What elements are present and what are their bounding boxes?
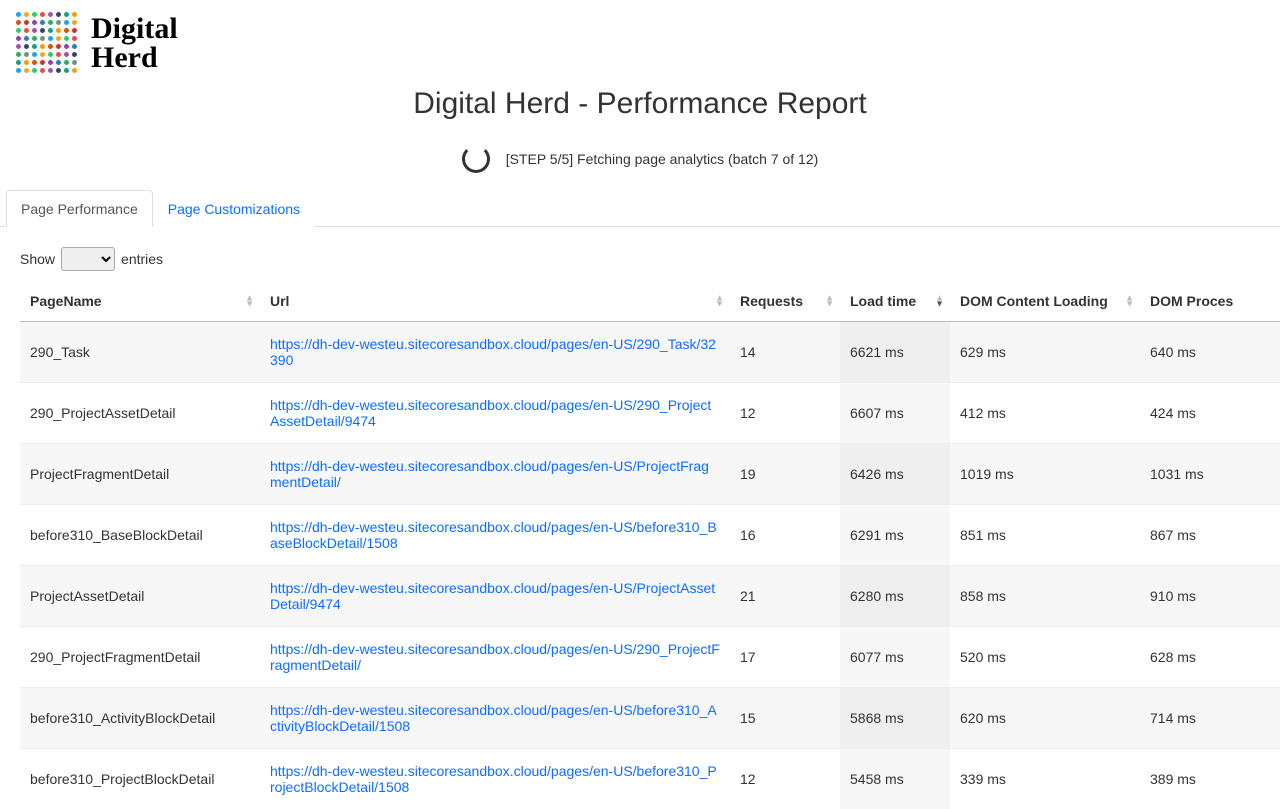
sort-icon: ▲▼ [715, 295, 724, 308]
cell-domcontent: 520 ms [950, 627, 1140, 688]
col-label: Load time [850, 293, 916, 309]
cell-url: https://dh-dev-westeu.sitecoresandbox.cl… [260, 383, 730, 444]
url-link[interactable]: https://dh-dev-westeu.sitecoresandbox.cl… [270, 519, 717, 551]
col-header-pagename[interactable]: PageName ▲▼ [20, 281, 260, 322]
tab-page-customizations[interactable]: Page Customizations [153, 190, 315, 227]
cell-domcontent: 629 ms [950, 322, 1140, 383]
tab-page-performance[interactable]: Page Performance [6, 190, 153, 227]
url-link[interactable]: https://dh-dev-westeu.sitecoresandbox.cl… [270, 580, 715, 612]
cell-domproc: 910 ms [1140, 566, 1280, 627]
sort-icon: ▲▼ [245, 295, 254, 308]
cell-domcontent: 1019 ms [950, 444, 1140, 505]
entries-label: entries [121, 251, 163, 267]
cell-loadtime: 5868 ms [840, 688, 950, 749]
table-row: ProjectFragmentDetail https://dh-dev-west… [20, 444, 1280, 505]
cell-domproc: 1031 ms [1140, 444, 1280, 505]
sort-icon: ▲▼ [825, 295, 834, 308]
cell-loadtime: 6621 ms [840, 322, 950, 383]
url-link[interactable]: https://dh-dev-westeu.sitecoresandbox.cl… [270, 458, 709, 490]
cell-domproc: 424 ms [1140, 383, 1280, 444]
cell-loadtime: 6280 ms [840, 566, 950, 627]
cell-domproc: 640 ms [1140, 322, 1280, 383]
status-row: [STEP 5/5] Fetching page analytics (batc… [0, 145, 1280, 173]
logo-text: Digital Herd [91, 15, 178, 72]
logo-line-2: Herd [91, 44, 178, 73]
cell-url: https://dh-dev-westeu.sitecoresandbox.cl… [260, 444, 730, 505]
cell-requests: 15 [730, 688, 840, 749]
cell-loadtime: 6077 ms [840, 627, 950, 688]
logo-line-1: Digital [91, 15, 178, 44]
table-row: 290_ProjectFragmentDetail https://dh-dev-… [20, 627, 1280, 688]
url-link[interactable]: https://dh-dev-westeu.sitecoresandbox.cl… [270, 336, 716, 368]
col-label: Url [270, 293, 289, 309]
table-row: 290_Task https://dh-dev-westeu.sitecoresa… [20, 322, 1280, 383]
sort-icon: ▲▼ [1125, 295, 1134, 308]
cell-requests: 14 [730, 322, 840, 383]
logo-dots-icon [16, 12, 79, 75]
cell-domproc: 867 ms [1140, 505, 1280, 566]
page-title: Digital Herd - Performance Report [0, 87, 1280, 121]
cell-pagename: ProjectFragmentDetail [20, 444, 260, 505]
cell-requests: 21 [730, 566, 840, 627]
col-label: Requests [740, 293, 803, 309]
performance-table: PageName ▲▼ Url ▲▼ Requests ▲▼ Load time… [20, 281, 1280, 809]
url-link[interactable]: https://dh-dev-westeu.sitecoresandbox.cl… [270, 641, 720, 673]
cell-pagename: 290_ProjectFragmentDetail [20, 627, 260, 688]
table-row: ProjectAssetDetail https://dh-dev-westeu.… [20, 566, 1280, 627]
spinner-icon [462, 145, 490, 173]
cell-loadtime: 6426 ms [840, 444, 950, 505]
col-label: PageName [30, 293, 102, 309]
cell-url: https://dh-dev-westeu.sitecoresandbox.cl… [260, 627, 730, 688]
cell-domcontent: 851 ms [950, 505, 1140, 566]
sort-icon: ▲▼ [935, 295, 944, 308]
url-link[interactable]: https://dh-dev-westeu.sitecoresandbox.cl… [270, 397, 711, 429]
table-row: 290_ProjectAssetDetail https://dh-dev-wes… [20, 383, 1280, 444]
col-header-domcontent[interactable]: DOM Content Loading ▲▼ [950, 281, 1140, 322]
cell-requests: 16 [730, 505, 840, 566]
length-select[interactable] [61, 247, 115, 271]
col-header-url[interactable]: Url ▲▼ [260, 281, 730, 322]
cell-url: https://dh-dev-westeu.sitecoresandbox.cl… [260, 566, 730, 627]
col-label: DOM Proces [1150, 293, 1233, 309]
show-label: Show [20, 251, 55, 267]
cell-loadtime: 6607 ms [840, 383, 950, 444]
cell-requests: 19 [730, 444, 840, 505]
cell-domproc: 714 ms [1140, 688, 1280, 749]
col-header-loadtime[interactable]: Load time ▲▼ [840, 281, 950, 322]
tabs: Page Performance Page Customizations [0, 189, 1280, 227]
cell-pagename: 290_ProjectAssetDetail [20, 383, 260, 444]
cell-pagename: ProjectAssetDetail [20, 566, 260, 627]
cell-pagename: before310_ActivityBlockDetail [20, 688, 260, 749]
cell-url: https://dh-dev-westeu.sitecoresandbox.cl… [260, 505, 730, 566]
status-text: [STEP 5/5] Fetching page analytics (batc… [506, 151, 819, 167]
cell-requests: 12 [730, 383, 840, 444]
table-row: before310_ActivityBlockDetail https://dh-… [20, 688, 1280, 749]
cell-loadtime: 6291 ms [840, 505, 950, 566]
cell-url: https://dh-dev-westeu.sitecoresandbox.cl… [260, 688, 730, 749]
cell-url: https://dh-dev-westeu.sitecoresandbox.cl… [260, 322, 730, 383]
url-link[interactable]: https://dh-dev-westeu.sitecoresandbox.cl… [270, 763, 717, 795]
cell-requests: 17 [730, 627, 840, 688]
cell-pagename: 290_Task [20, 322, 260, 383]
header-logo: Digital Herd [0, 0, 1280, 83]
url-link[interactable]: https://dh-dev-westeu.sitecoresandbox.cl… [270, 702, 717, 734]
cell-pagename: before310_BaseBlockDetail [20, 505, 260, 566]
col-header-domproc[interactable]: DOM Proces [1140, 281, 1280, 322]
table-row: before310_BaseBlockDetail https://dh-dev-… [20, 505, 1280, 566]
cell-domcontent: 858 ms [950, 566, 1140, 627]
cell-domcontent: 412 ms [950, 383, 1140, 444]
cell-domproc: 628 ms [1140, 627, 1280, 688]
col-header-requests[interactable]: Requests ▲▼ [730, 281, 840, 322]
col-label: DOM Content Loading [960, 293, 1108, 309]
cell-domcontent: 620 ms [950, 688, 1140, 749]
length-menu: Show entries [0, 227, 1280, 281]
